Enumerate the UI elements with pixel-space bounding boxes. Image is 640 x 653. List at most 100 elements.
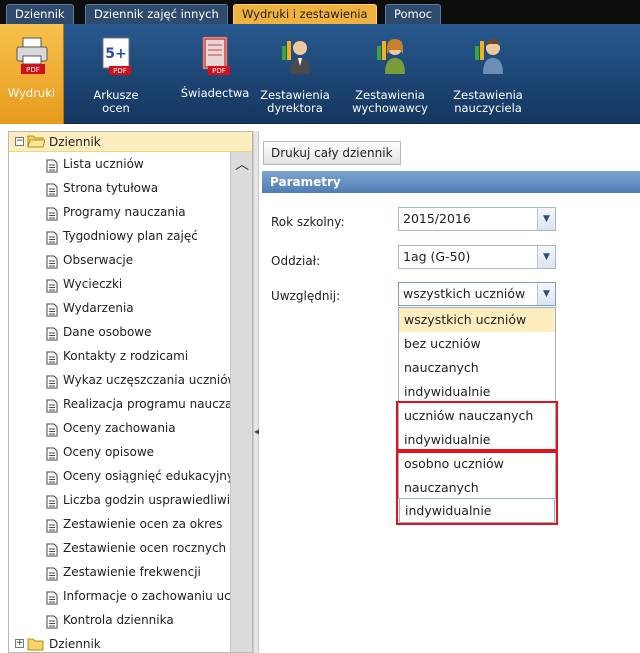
tree-root-label: Dziennik bbox=[49, 135, 101, 149]
tab-dziennik[interactable]: Dziennik bbox=[6, 4, 74, 24]
uwzglednij-value: wszystkich uczniów bbox=[403, 286, 526, 301]
tree-item-label: Lista uczniów bbox=[63, 157, 144, 171]
document-icon bbox=[46, 517, 58, 533]
tree-item[interactable]: Wykaz uczęszczania uczniów bbox=[9, 368, 237, 392]
document-icon bbox=[46, 613, 58, 629]
document-icon bbox=[46, 325, 58, 341]
tree-item[interactable]: Liczba godzin usprawiedliwionych bbox=[9, 488, 252, 512]
ribbon-label: wychowawcy bbox=[352, 101, 428, 115]
tree-item[interactable]: Tygodniowy plan zajęć bbox=[9, 224, 230, 248]
uwzglednij-select[interactable]: wszystkich uczniów ▼ bbox=[398, 282, 556, 306]
tree-item[interactable]: Kontakty z rodzicami bbox=[9, 344, 230, 368]
ribbon-wydruki-button[interactable]: PDF Wydruki bbox=[0, 24, 64, 124]
highlight-option-uczniow-nauczanych bbox=[396, 401, 558, 451]
tree-item-label: Tygodniowy plan zajęć bbox=[63, 229, 198, 243]
ribbon-swiadectwa-button[interactable]: PDF Świadectwa bbox=[175, 24, 255, 124]
tree-item-label: Zestawienie ocen rocznych bbox=[63, 541, 227, 555]
print-whole-journal-button[interactable]: Drukuj cały dziennik bbox=[263, 141, 401, 165]
ribbon-zestawienia-nauczyciela-button[interactable]: Zestawienia nauczyciela bbox=[448, 24, 528, 124]
chevron-down-icon[interactable]: ▼ bbox=[537, 208, 555, 230]
document-icon bbox=[46, 277, 58, 293]
tree-item[interactable]: Wycieczki bbox=[9, 272, 230, 296]
tree-root-label: Dziennik zajęć bbox=[49, 637, 101, 651]
tree-item[interactable]: Oceny zachowania bbox=[9, 416, 230, 440]
document-icon bbox=[46, 157, 58, 173]
printer-icon: PDF bbox=[16, 37, 47, 74]
tree-item[interactable]: Programy nauczania bbox=[9, 200, 230, 224]
ribbon-label: Świadectwa bbox=[180, 86, 250, 100]
document-icon bbox=[46, 229, 58, 245]
document-icon bbox=[46, 373, 58, 389]
option-bez-nauczanych[interactable]: nauczanych bbox=[399, 356, 555, 380]
ribbon-label: nauczyciela bbox=[454, 101, 522, 115]
right-panel: Drukuj cały dziennik Parametry Rok szkol… bbox=[259, 131, 640, 653]
tab-dziennik-zajec-innych[interactable]: Dziennik zajęć innych bbox=[85, 4, 228, 24]
params-body: Rok szkolny: 2015/2016 ▼ Oddział: 1ag (G… bbox=[262, 193, 640, 653]
folder-icon bbox=[27, 638, 44, 651]
director-report-icon bbox=[282, 41, 310, 74]
tree-item[interactable]: Zestawienie frekwencji bbox=[9, 560, 230, 584]
option-wszystkich-uczniow[interactable]: wszystkich uczniów bbox=[399, 308, 555, 332]
tree-item[interactable]: Kontrola dziennika bbox=[9, 608, 230, 632]
tree-item[interactable]: Strona tytułowa bbox=[9, 176, 230, 200]
ribbon-label: Wydruki bbox=[7, 86, 56, 100]
tree-item[interactable]: Oceny opisowe bbox=[9, 440, 230, 464]
svg-text:PDF: PDF bbox=[26, 66, 40, 74]
chevron-down-icon[interactable]: ▼ bbox=[537, 283, 555, 305]
report-tree: − Dziennik Lista uczniów Strona tytułowa P… bbox=[8, 131, 253, 653]
tree-item[interactable]: Realizacja programu nauczania bbox=[9, 392, 251, 416]
tree-item-label: Zestawienie ocen za okres bbox=[63, 517, 223, 531]
document-icon bbox=[46, 181, 58, 197]
tab-pomoc[interactable]: Pomoc bbox=[385, 4, 442, 24]
rok-szkolny-select[interactable]: 2015/2016 ▼ bbox=[398, 207, 556, 231]
open-folder-icon bbox=[27, 135, 45, 148]
ribbon-arkusze-ocen-button[interactable]: 5+ PDF Arkusze ocen bbox=[85, 24, 147, 124]
oddzial-select[interactable]: 1ag (G-50) ▼ bbox=[398, 245, 556, 269]
ribbon-zestawienia-wychowawcy-button[interactable]: Zestawienia wychowawcy bbox=[350, 24, 430, 124]
option-bez-uczniow[interactable]: bez uczniów bbox=[399, 332, 555, 356]
tree-item[interactable]: Obserwacje bbox=[9, 248, 230, 272]
tutor-report-icon bbox=[377, 39, 405, 74]
tree-item-label: Informacje o zachowaniu ucznia bbox=[63, 589, 253, 603]
expand-icon[interactable]: + bbox=[15, 639, 24, 648]
tree-item-label: Wydarzenia bbox=[63, 301, 134, 315]
highlight-option-osobno-uczniow bbox=[396, 451, 558, 525]
grade-sheet-icon: 5+ PDF bbox=[102, 37, 131, 75]
tree-item[interactable]: Zestawienie ocen za okres bbox=[9, 512, 230, 536]
document-icon bbox=[46, 541, 58, 557]
document-icon bbox=[46, 349, 58, 365]
tree-scrollbar[interactable]: ︿ bbox=[230, 152, 252, 652]
tab-wydruki-i-zestawienia[interactable]: Wydruki i zestawienia bbox=[233, 4, 377, 24]
tree-item[interactable]: Dane osobowe bbox=[9, 320, 230, 344]
tree-item-label: Realizacja programu nauczania bbox=[63, 397, 251, 411]
document-icon bbox=[46, 469, 58, 485]
teacher-report-icon bbox=[475, 39, 503, 74]
document-icon bbox=[46, 421, 58, 437]
scroll-up-icon[interactable]: ︿ bbox=[235, 154, 249, 174]
document-icon bbox=[46, 493, 58, 509]
tree-item-label: Oceny zachowania bbox=[63, 421, 176, 435]
rok-szkolny-label: Rok szkolny: bbox=[271, 215, 345, 229]
collapse-icon[interactable]: − bbox=[15, 137, 24, 146]
document-icon bbox=[46, 205, 58, 221]
tree-item-label: Obserwacje bbox=[63, 253, 134, 267]
tree-item[interactable]: Wydarzenia bbox=[9, 296, 230, 320]
oddzial-label: Oddział: bbox=[271, 254, 321, 268]
rok-szkolny-value: 2015/2016 bbox=[403, 211, 471, 226]
tree-item[interactable]: Zestawienie ocen rocznych bbox=[9, 536, 230, 560]
document-icon bbox=[46, 253, 58, 269]
document-icon bbox=[46, 301, 58, 317]
tree-item-label: Dane osobowe bbox=[63, 325, 152, 339]
tree-item[interactable]: Informacje o zachowaniu ucznia bbox=[9, 584, 252, 608]
certificate-icon: PDF bbox=[202, 36, 230, 75]
document-icon bbox=[46, 589, 58, 605]
svg-text:PDF: PDF bbox=[212, 67, 226, 75]
tree-item-label: Kontrola dziennika bbox=[63, 613, 174, 627]
tree-item-label: Zestawienie frekwencji bbox=[63, 565, 201, 579]
tree-item[interactable]: Oceny osiągnięć edukacyjnych bbox=[9, 464, 248, 488]
ribbon-zestawienia-dyrektora-button[interactable]: Zestawienia dyrektora bbox=[255, 24, 335, 124]
tree-item[interactable]: Lista uczniów bbox=[9, 152, 230, 176]
tree-item-label: Liczba godzin usprawiedliwionych bbox=[63, 493, 253, 507]
tree-item-label: Programy nauczania bbox=[63, 205, 186, 219]
chevron-down-icon[interactable]: ▼ bbox=[537, 246, 555, 268]
